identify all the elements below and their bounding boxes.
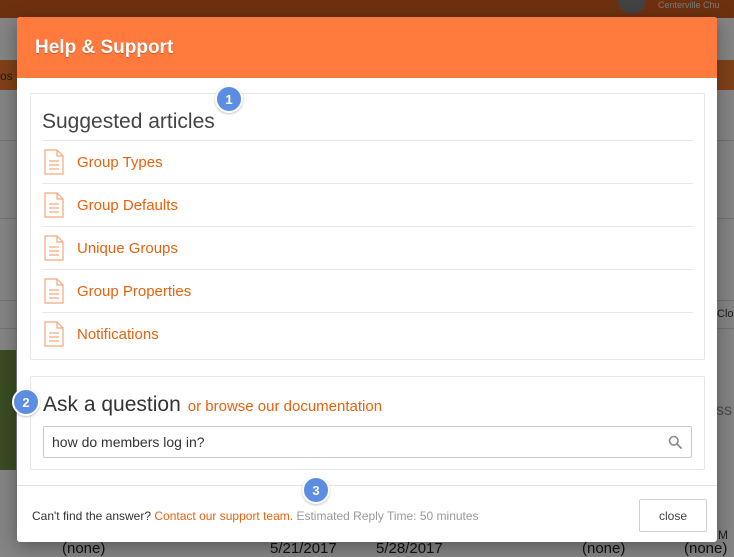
document-icon [44, 235, 64, 261]
document-icon [44, 192, 64, 218]
modal-title: Help & Support [35, 36, 174, 58]
article-label: Notifications [77, 325, 159, 343]
question-search-input[interactable] [44, 427, 654, 457]
browse-documentation-link[interactable]: or browse our documentation [188, 398, 382, 415]
ask-question-row: Ask a question or browse our documentati… [43, 393, 382, 417]
question-search-box [43, 426, 692, 458]
document-icon [44, 149, 64, 175]
footer-prompt: Can't find the answer? [32, 509, 152, 523]
help-support-modal: Help & Support Suggested articles Group … [17, 17, 717, 542]
article-link-group-properties[interactable]: Group Properties [42, 269, 693, 312]
article-label: Group Defaults [77, 196, 178, 214]
modal-footer: Can't find the answer? Contact our suppo… [17, 485, 717, 542]
footer-text: Can't find the answer? Contact our suppo… [32, 509, 479, 523]
article-list: Group Types Group Defaults Unique Groups… [42, 140, 693, 355]
article-label: Group Types [77, 153, 163, 171]
ask-question-panel: Ask a question or browse our documentati… [30, 376, 705, 470]
article-link-unique-groups[interactable]: Unique Groups [42, 226, 693, 269]
step-badge-3: 3 [302, 476, 330, 504]
suggested-articles-heading: Suggested articles [42, 110, 215, 133]
modal-header: Help & Support [17, 17, 717, 78]
search-icon[interactable] [668, 435, 682, 449]
ask-question-heading: Ask a question [43, 393, 181, 416]
article-link-group-types[interactable]: Group Types [42, 140, 693, 183]
step-badge-1: 1 [215, 85, 243, 113]
step-badge-2: 2 [12, 388, 40, 416]
article-link-group-defaults[interactable]: Group Defaults [42, 183, 693, 226]
contact-support-link[interactable]: Contact our support team. [154, 509, 293, 523]
close-button[interactable]: close [639, 499, 707, 532]
article-link-notifications[interactable]: Notifications [42, 312, 693, 355]
document-icon [44, 278, 64, 304]
article-label: Group Properties [77, 282, 192, 300]
article-label: Unique Groups [77, 239, 178, 257]
reply-time-text: Estimated Reply Time: 50 minutes [296, 509, 479, 523]
suggested-articles-panel: Suggested articles Group Types Group Def… [30, 93, 705, 360]
document-icon [44, 321, 64, 347]
